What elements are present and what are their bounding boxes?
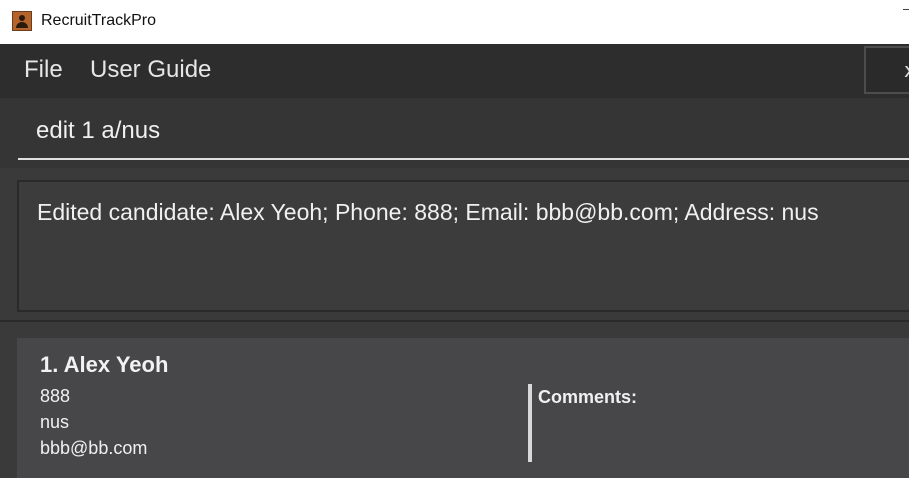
candidate-name: 1. Alex Yeoh: [40, 352, 169, 377]
menu-file[interactable]: File: [24, 56, 63, 84]
person-icon: [12, 11, 32, 31]
comments-separator: [528, 384, 532, 462]
candidate-email: bbb@bb.com: [40, 438, 148, 458]
menubar-right-button[interactable]: x: [864, 46, 909, 94]
window-titlebar: RecruitTrackPro –: [0, 0, 909, 44]
candidate-phone: 888: [40, 386, 71, 406]
minimize-button[interactable]: –: [903, 0, 909, 30]
command-input[interactable]: [18, 104, 909, 160]
candidate-card[interactable]: 1. Alex Yeoh 888 nus bbb@bb.com Comments…: [17, 338, 909, 478]
result-display: Edited candidate: Alex Yeoh; Phone: 888;…: [17, 180, 909, 312]
close-icon: x: [904, 58, 909, 82]
candidate-address: nus: [40, 412, 70, 432]
comments-label: Comments:: [538, 387, 638, 407]
window-title: RecruitTrackPro: [41, 12, 156, 29]
divider: [0, 320, 909, 322]
menubar: File User Guide x: [0, 44, 909, 98]
menu-user-guide[interactable]: User Guide: [90, 56, 211, 84]
result-message: Edited candidate: Alex Yeoh; Phone: 888;…: [37, 199, 819, 225]
